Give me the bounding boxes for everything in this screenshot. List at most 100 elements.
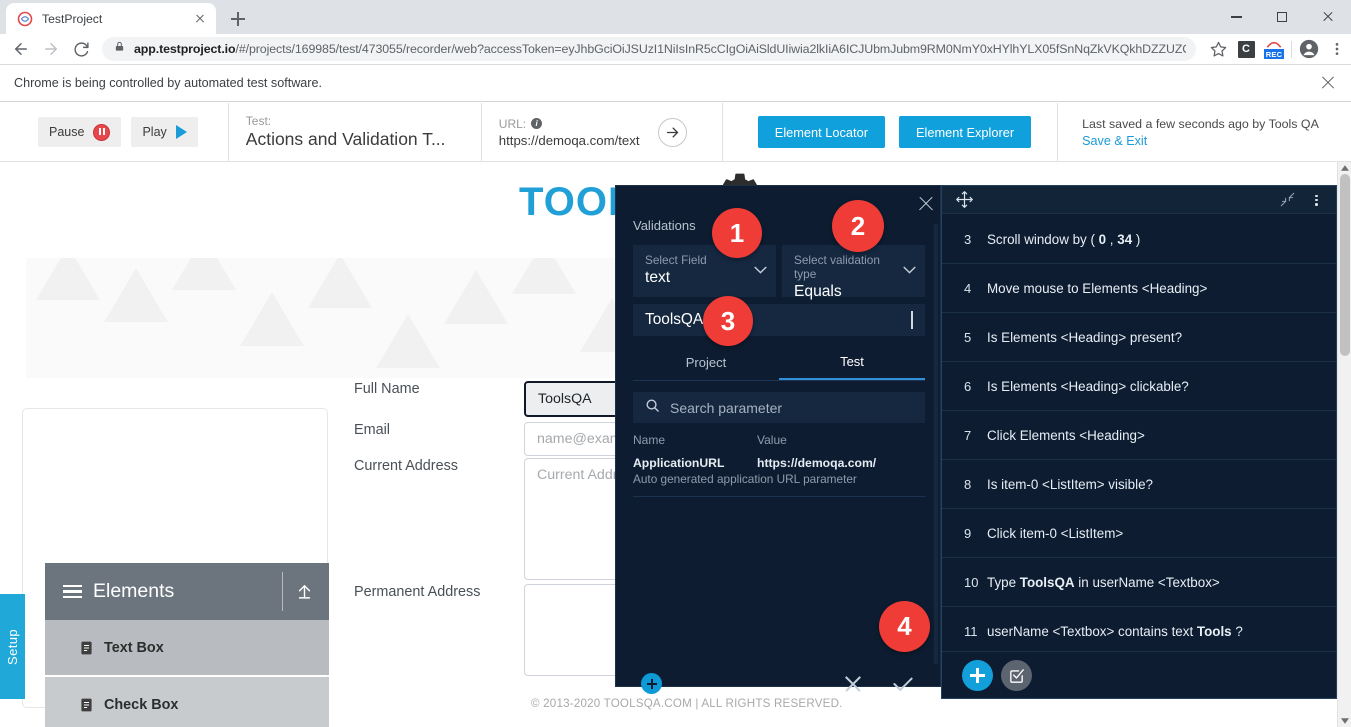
step-row[interactable]: 7 Click Elements <Heading> (942, 411, 1336, 460)
step-text: Scroll window by ( 0 , 34 ) (987, 232, 1140, 247)
collapse-icon[interactable] (1280, 192, 1295, 207)
annotation-badge-4: 4 (879, 601, 930, 652)
save-and-exit-link[interactable]: Save & Exit (1082, 134, 1319, 148)
element-locator-button[interactable]: Element Locator (757, 116, 885, 148)
save-status: Last saved a few seconds ago by Tools QA… (1058, 103, 1339, 161)
browser-tab[interactable]: TestProject (6, 3, 216, 34)
scroll-up-arrow-icon[interactable] (1338, 162, 1351, 174)
minimize-icon[interactable] (1213, 0, 1259, 34)
validation-panel-scrollbar[interactable] (934, 224, 938, 664)
sidebar-item-check-box[interactable]: Check Box (45, 677, 329, 727)
select-field-dropdown[interactable]: Select Field text (633, 245, 776, 297)
chevron-down-icon (754, 261, 767, 274)
url-label: URL: (498, 116, 527, 131)
elements-group-header[interactable]: Elements (45, 563, 329, 620)
step-text-bold: ToolsQA (1019, 574, 1075, 590)
move-handle-icon[interactable] (956, 191, 973, 208)
step-number: 4 (964, 280, 972, 296)
star-icon[interactable] (1204, 35, 1232, 63)
column-header-value: Value (757, 433, 787, 447)
sidebar-item-text-box[interactable]: Text Box (45, 620, 329, 676)
window-close-icon[interactable] (1305, 0, 1351, 34)
step-number: 5 (964, 329, 972, 345)
close-tab-icon[interactable] (192, 11, 208, 27)
url-host: app.testproject.io (134, 42, 236, 56)
toolbar-divider (1291, 40, 1292, 58)
parameter-row[interactable]: ApplicationURL https://demoqa.com/ Auto … (633, 456, 925, 486)
extension-c-icon[interactable]: C (1232, 35, 1260, 63)
maximize-icon[interactable] (1259, 0, 1305, 34)
scroll-down-arrow-icon[interactable] (1338, 715, 1351, 727)
sidebar-item-label: Check Box (104, 696, 179, 713)
expected-value-input[interactable]: ToolsQA (633, 304, 925, 336)
current-address-label: Current Address (354, 458, 458, 474)
element-explorer-button[interactable]: Element Explorer (898, 116, 1032, 148)
step-text-part: userName <Textbox> contains text (987, 623, 1197, 639)
annotation-badge-2: 2 (832, 200, 884, 252)
step-row[interactable]: 5 Is Elements <Heading> present? (942, 313, 1336, 362)
expected-value-text: ToolsQA (645, 311, 704, 328)
tab-project[interactable]: Project (633, 352, 779, 380)
step-text-bold: 0 (1098, 231, 1107, 247)
steps-panel-header[interactable] (942, 186, 1336, 214)
step-text-bold: Tools (1196, 623, 1232, 639)
url-path: /#/projects/169985/test/473055/recorder/… (235, 42, 1186, 56)
elements-card: Elements Text Box Check Box (22, 408, 329, 727)
step-text-part: Type (987, 574, 1020, 590)
search-parameter-input[interactable]: Search parameter (633, 392, 925, 423)
step-text: Is Elements <Heading> present? (987, 329, 1183, 345)
add-parameter-icon[interactable] (641, 673, 662, 694)
step-row[interactable]: 10 Type ToolsQA in userName <Textbox> (942, 558, 1336, 607)
reload-icon[interactable] (66, 34, 96, 64)
new-tab-icon[interactable] (225, 6, 251, 32)
list-bullet-icon (80, 641, 93, 655)
annotation-badge-1: 1 (712, 208, 762, 258)
step-row[interactable]: 6 Is Elements <Heading> clickable? (942, 362, 1336, 411)
collapse-arrow-icon (296, 582, 313, 601)
hamburger-icon (63, 584, 82, 599)
list-bullet-icon (80, 698, 93, 712)
step-number: 11 (964, 623, 978, 639)
annotation-badge-3: 3 (703, 296, 753, 346)
address-bar[interactable]: app.testproject.io/#/projects/169985/tes… (102, 37, 1196, 61)
info-icon[interactable]: i (531, 118, 543, 129)
step-row[interactable]: 3 Scroll window by ( 0 , 34 ) (942, 215, 1336, 264)
step-row[interactable]: 9 Click item-0 <ListItem> (942, 509, 1336, 558)
step-row[interactable]: 11 userName <Textbox> contains text Tool… (942, 607, 1336, 651)
validations-title: Validations (633, 218, 696, 233)
automation-infobar: Chrome is being controlled by automated … (0, 65, 1351, 102)
play-button[interactable]: Play (131, 117, 198, 147)
step-number: 9 (964, 525, 972, 541)
step-row[interactable]: 4 Move mouse to Elements <Heading> (942, 264, 1336, 313)
steps-list[interactable]: 3 Scroll window by ( 0 , 34 ) 4 Move mou… (942, 215, 1336, 651)
step-number: 10 (964, 574, 979, 590)
last-saved-text: Last saved a few seconds ago by Tools QA (1082, 116, 1319, 131)
back-arrow-icon[interactable] (6, 34, 36, 64)
validation-selectors: Select Field text Select validation type… (633, 245, 925, 300)
page-scrollbar[interactable] (1337, 162, 1351, 727)
profile-avatar-icon[interactable] (1295, 35, 1323, 63)
tab-title: TestProject (42, 11, 103, 26)
extension-c-label: C (1237, 40, 1255, 58)
url-info: URL: i https://demoqa.com/text (482, 103, 723, 161)
cancel-icon[interactable] (840, 671, 866, 697)
add-validation-icon[interactable] (1001, 659, 1032, 691)
setup-tab[interactable]: Setup (0, 594, 25, 699)
add-step-icon[interactable] (962, 659, 993, 691)
infobar-close-icon[interactable] (1319, 74, 1337, 92)
extension-rec-label: REC (1264, 49, 1284, 59)
pause-button[interactable]: Pause (38, 117, 122, 147)
select-validation-type-dropdown[interactable]: Select validation type Equals (782, 245, 925, 300)
play-icon (175, 125, 187, 139)
extension-rec-icon[interactable]: REC (1260, 35, 1288, 63)
page-scrollbar-thumb[interactable] (1340, 174, 1350, 356)
go-button[interactable] (657, 117, 687, 147)
confirm-check-icon[interactable] (890, 671, 916, 697)
text-caret (911, 311, 913, 329)
tab-test[interactable]: Test (779, 352, 925, 380)
step-row[interactable]: 8 Is item-0 <ListItem> visible? (942, 460, 1336, 509)
validation-panel-close-icon[interactable] (916, 194, 936, 214)
setup-tab-label: Setup (5, 628, 20, 665)
kebab-menu-icon[interactable] (1308, 192, 1324, 208)
chrome-menu-icon[interactable] (1323, 35, 1351, 63)
